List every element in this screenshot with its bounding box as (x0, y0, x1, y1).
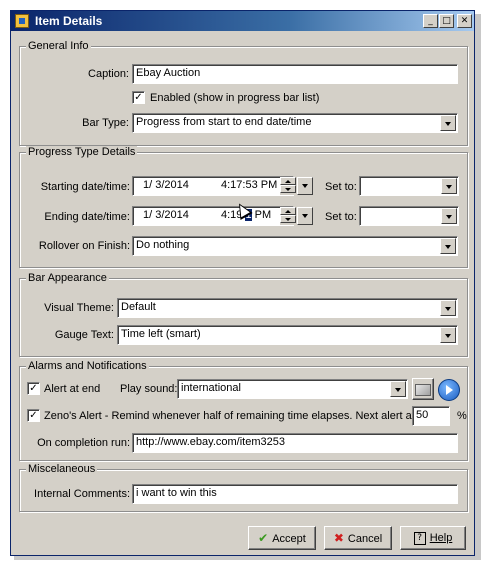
caption-input[interactable]: Ebay Auction (132, 64, 458, 84)
accept-button[interactable]: ✔ Accept (248, 526, 316, 550)
zeno-alert-label: Zeno's Alert - Remind whenever half of r… (44, 410, 418, 422)
maximize-button[interactable]: □ (439, 14, 454, 28)
gauge-value: Time left (smart) (121, 328, 201, 340)
start-setto-label: Set to: (325, 181, 357, 193)
item-details-window: Item Details _ □ ✕ General Info Caption:… (10, 10, 475, 556)
end-date: 1/ 3/2014 (143, 209, 189, 221)
chevron-down-icon[interactable] (440, 327, 456, 343)
end-datetime-input[interactable]: 1/ 3/2014 4:19:1 PM (132, 206, 294, 226)
spin-down-icon[interactable] (280, 215, 296, 223)
bartype-select[interactable]: Progress from start to end date/time (132, 113, 458, 133)
play-sound-label: Play sound: (120, 383, 178, 395)
end-setto-label: Set to: (325, 211, 357, 223)
general-info-legend: General Info (26, 40, 91, 52)
alert-end-label: Alert at end (44, 383, 101, 395)
chevron-down-icon[interactable] (440, 115, 456, 131)
help-button[interactable]: ? Help (400, 526, 466, 550)
window-title: Item Details (35, 14, 103, 28)
comments-input[interactable]: i want to win this (132, 484, 458, 504)
checkmark-icon: ✔ (258, 531, 269, 545)
completion-label: On completion run: (37, 437, 130, 449)
title-bar[interactable]: Item Details _ □ ✕ (11, 11, 474, 31)
theme-value: Default (121, 301, 156, 313)
enabled-checkbox[interactable]: ✓ (132, 91, 145, 104)
comments-label: Internal Comments: (34, 488, 130, 500)
theme-label: Visual Theme: (44, 302, 114, 314)
start-label: Starting date/time: (40, 181, 130, 193)
bar-appearance-legend: Bar Appearance (26, 272, 109, 284)
minimize-button[interactable]: _ (423, 14, 438, 28)
misc-legend: Miscelaneous (26, 463, 98, 475)
end-setto-select[interactable] (359, 206, 459, 226)
gauge-select[interactable]: Time left (smart) (117, 325, 458, 345)
chevron-down-icon[interactable] (441, 178, 457, 194)
cancel-label: Cancel (347, 533, 383, 545)
start-calendar-dropdown[interactable] (297, 177, 313, 195)
accept-label: Accept (272, 533, 306, 545)
alert-end-checkbox[interactable]: ✓ (27, 382, 40, 395)
folder-icon (415, 384, 431, 396)
spin-down-icon[interactable] (280, 185, 296, 193)
end-time-ampm: PM (251, 209, 272, 221)
play-icon[interactable] (438, 379, 460, 401)
help-label: Help (429, 532, 453, 544)
bar-appearance-group: Bar Appearance Visual Theme: Default Gau… (19, 272, 468, 357)
progress-details-legend: Progress Type Details (26, 146, 138, 158)
app-icon (15, 14, 29, 28)
end-calendar-dropdown[interactable] (297, 207, 313, 225)
start-time: 4:17:53 PM (221, 179, 278, 191)
x-icon: ✖ (333, 531, 344, 545)
start-setto-select[interactable] (359, 176, 459, 196)
spin-up-icon[interactable] (280, 177, 296, 185)
alarms-group: Alarms and Notifications ✓ Alert at end … (19, 360, 468, 461)
close-button[interactable]: ✕ (457, 14, 472, 28)
help-icon: ? (413, 531, 426, 545)
chevron-down-icon[interactable] (441, 208, 457, 224)
alarms-legend: Alarms and Notifications (26, 360, 149, 372)
start-spinner[interactable] (280, 177, 296, 195)
rollover-value: Do nothing (136, 239, 190, 251)
spin-up-icon[interactable] (280, 207, 296, 215)
next-alert-input[interactable]: 50 (412, 406, 450, 426)
start-date: 1/ 3/2014 (143, 179, 189, 191)
general-info-group: General Info Caption: Ebay Auction ✓ Ena… (19, 40, 468, 146)
browse-sound-button[interactable] (412, 378, 434, 400)
end-spinner[interactable] (280, 207, 296, 225)
zeno-alert-checkbox[interactable]: ✓ (27, 409, 40, 422)
end-label: Ending date/time: (44, 211, 130, 223)
start-datetime-input[interactable]: 1/ 3/2014 4:17:53 PM (132, 176, 294, 196)
sound-value: international (181, 382, 241, 394)
caption-label: Caption: (88, 68, 129, 80)
bartype-label: Bar Type: (82, 117, 129, 129)
chevron-down-icon[interactable] (390, 381, 406, 397)
chevron-down-icon[interactable] (440, 238, 456, 254)
completion-input[interactable]: http://www.ebay.com/item3253 (132, 433, 458, 453)
misc-group: Miscelaneous Internal Comments: i want t… (19, 463, 468, 512)
rollover-select[interactable]: Do nothing (132, 236, 458, 256)
gauge-label: Gauge Text: (54, 329, 114, 341)
enabled-label: Enabled (show in progress bar list) (150, 92, 320, 104)
theme-select[interactable]: Default (117, 298, 458, 318)
cancel-button[interactable]: ✖ Cancel (324, 526, 392, 550)
sound-select[interactable]: international (177, 379, 408, 399)
rollover-label: Rollover on Finish: (38, 240, 130, 252)
percent-label: % (457, 410, 467, 422)
bartype-value: Progress from start to end date/time (136, 116, 312, 128)
chevron-down-icon[interactable] (440, 300, 456, 316)
